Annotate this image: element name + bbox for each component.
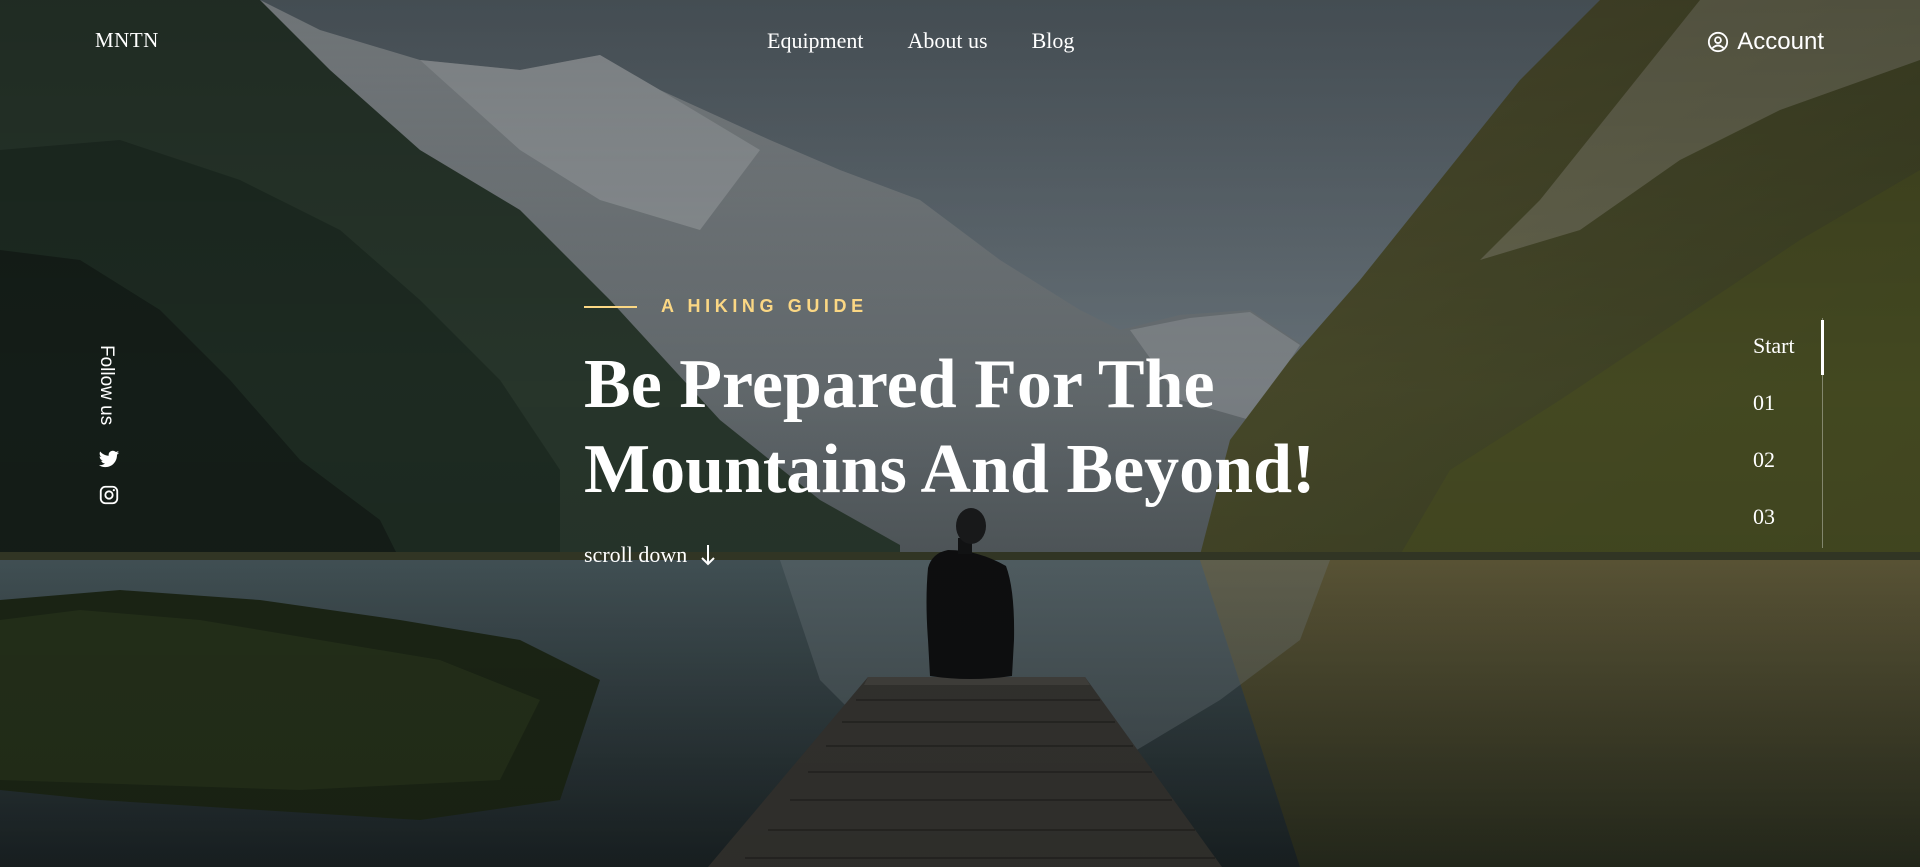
progress-step-start[interactable]: Start [1753,333,1795,359]
hero-eyebrow: A HIKING GUIDE [584,296,1315,317]
headline-line-1: Be Prepared For The [584,346,1215,423]
account-button[interactable]: Account [1707,28,1824,56]
hero-section: A HIKING GUIDE Be Prepared For The Mount… [584,296,1315,512]
progress-step-02[interactable]: 02 [1753,447,1775,473]
twitter-icon [98,450,120,468]
progress-step-03[interactable]: 03 [1753,504,1775,530]
scroll-down-link[interactable]: scroll down [584,542,717,568]
twitter-link[interactable] [98,448,120,470]
scroll-down-label: scroll down [584,542,688,567]
arrow-down-icon [701,545,715,566]
user-circle-icon [1708,31,1729,53]
headline-line-2: Mountains And Beyond! [584,431,1316,508]
progress-step-01[interactable]: 01 [1753,390,1775,416]
nav-link-blog[interactable]: Blog [1032,28,1075,54]
nav-link-about-us[interactable]: About us [908,28,988,54]
instagram-link[interactable] [98,484,120,506]
nav-link-equipment[interactable]: Equipment [767,28,864,54]
instagram-icon [99,485,119,505]
logo[interactable]: MNTN [95,28,159,53]
eyebrow-line [584,305,637,308]
follow-us-label: Follow us [96,345,117,426]
hero-headline: Be Prepared For The Mountains And Beyond… [584,342,1315,512]
account-label: Account [1737,28,1824,55]
slide-progress: Start 01 02 03 [1750,318,1830,548]
eyebrow-label: A HIKING GUIDE [661,296,868,316]
main-nav: Equipment About us Blog [767,28,1074,54]
progress-active-indicator [1821,320,1824,375]
